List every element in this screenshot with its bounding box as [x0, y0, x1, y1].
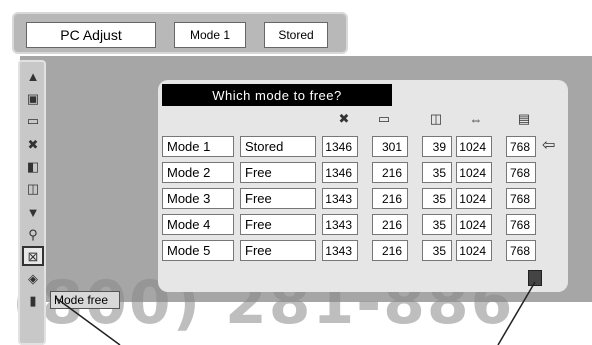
callout-line-right — [497, 281, 536, 345]
callout-lines — [55, 281, 536, 345]
callout-line-left — [55, 297, 121, 345]
projector-screen: PC Adjust Mode 1 Stored (800) 281-886 ▲ ▣… — [0, 0, 592, 345]
